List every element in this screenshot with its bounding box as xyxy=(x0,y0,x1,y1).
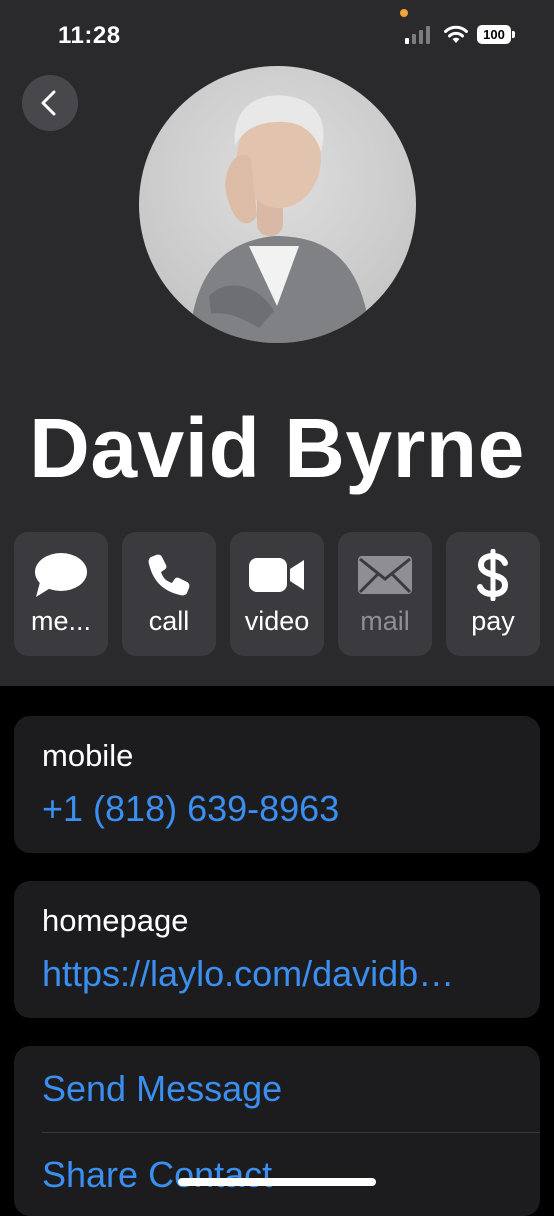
quick-actions: me... call video mail pay xyxy=(14,532,540,656)
message-bubble-icon xyxy=(35,553,87,597)
envelope-icon xyxy=(358,556,412,594)
status-time: 11:28 xyxy=(58,22,121,49)
phone-number[interactable]: +1 (818) 639-8963 xyxy=(42,788,339,830)
call-label: call xyxy=(148,606,190,636)
share-contact-option[interactable]: Share Contact xyxy=(42,1154,272,1196)
battery-tip xyxy=(512,31,515,38)
home-indicator[interactable] xyxy=(178,1178,376,1186)
phone-label: mobile xyxy=(42,738,134,773)
phone-card[interactable]: mobile +1 (818) 639-8963 xyxy=(14,716,540,853)
homepage-card[interactable]: homepage https://laylo.com/davidb… xyxy=(14,881,540,1018)
call-button[interactable]: call xyxy=(122,532,216,656)
back-button[interactable] xyxy=(22,75,78,131)
cellular-signal-icon xyxy=(405,26,435,44)
phone-icon xyxy=(148,554,190,596)
contact-avatar xyxy=(139,66,416,343)
privacy-indicator-dot xyxy=(400,9,408,17)
send-message-option[interactable]: Send Message xyxy=(42,1068,282,1110)
video-camera-icon xyxy=(249,558,304,592)
homepage-link[interactable]: https://laylo.com/davidb… xyxy=(42,953,454,995)
wifi-icon xyxy=(444,25,468,43)
battery-icon: 100 xyxy=(477,25,511,44)
dollar-icon xyxy=(477,549,509,601)
mail-button[interactable]: mail xyxy=(338,532,432,656)
options-card: Send Message Share Contact xyxy=(14,1046,540,1216)
options-divider xyxy=(42,1132,540,1133)
pay-label: pay xyxy=(471,606,515,636)
avatar-photo xyxy=(170,95,384,343)
contact-name: David Byrne xyxy=(29,401,525,495)
pay-button[interactable]: pay xyxy=(446,532,540,656)
mail-label: mail xyxy=(360,606,410,636)
message-label: me... xyxy=(30,606,91,636)
video-label: video xyxy=(244,606,310,636)
chevron-left-icon xyxy=(41,90,56,116)
status-bar: 11:28 100 xyxy=(0,0,554,70)
homepage-label: homepage xyxy=(42,903,189,938)
message-button[interactable]: me... xyxy=(14,532,108,656)
video-button[interactable]: video xyxy=(230,532,324,656)
